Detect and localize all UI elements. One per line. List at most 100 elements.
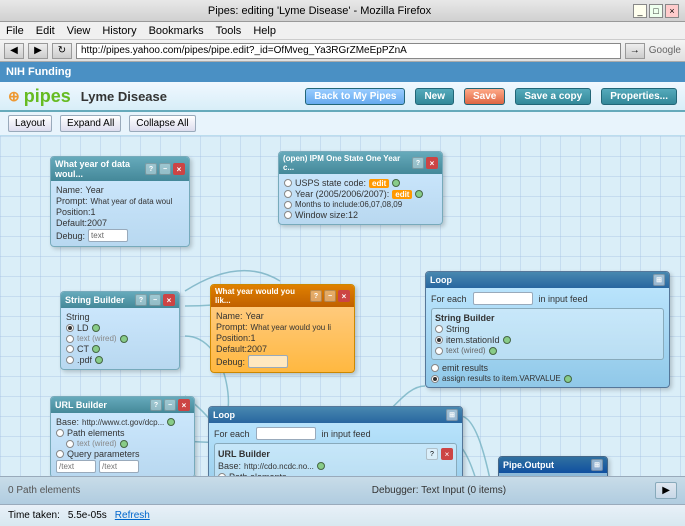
what-year-1-node[interactable]: What year of data woul... ? − × Name: Ye… xyxy=(50,156,190,247)
wy2-close-button[interactable]: × xyxy=(338,290,350,302)
ub1-path-radio[interactable] xyxy=(56,429,64,437)
what-year-2-node[interactable]: What year would you lik... ? − × Name: Y… xyxy=(210,284,355,373)
what-year-2-header: What year would you lik... ? − × xyxy=(211,285,354,307)
usps-radio[interactable] xyxy=(284,179,292,187)
sb1-wired-connector[interactable] xyxy=(120,335,128,343)
go-button[interactable]: → xyxy=(625,43,645,59)
menu-bookmarks[interactable]: Bookmarks xyxy=(149,25,204,37)
back-button[interactable]: ◀ xyxy=(4,43,24,59)
months-radio[interactable] xyxy=(284,201,292,209)
new-button[interactable]: New xyxy=(415,88,454,105)
loop-2-node[interactable]: Loop ⊞ For each in input feed URL Builde… xyxy=(208,406,463,476)
sb1-help-icon[interactable]: ? xyxy=(135,294,147,306)
what-year-1-body: Name: Year Prompt: What year of data wou… xyxy=(51,181,189,246)
sb1-min-icon[interactable]: − xyxy=(149,294,161,306)
pipe-output-body xyxy=(499,473,607,476)
loop-2-title: Loop xyxy=(213,410,235,420)
ub1-close-button[interactable]: × xyxy=(178,399,190,411)
collapse-all-button[interactable]: Collapse All xyxy=(129,115,195,132)
ub1-help-icon[interactable]: ? xyxy=(150,399,162,411)
ub1-text1-input[interactable] xyxy=(56,460,96,473)
loop1-stationid-connector[interactable] xyxy=(503,336,511,344)
forward-button[interactable]: ▶ xyxy=(28,43,48,59)
url-builder-1-title: URL Builder xyxy=(55,400,107,410)
node-help-icon[interactable]: ? xyxy=(145,163,157,175)
year-radio[interactable] xyxy=(284,190,292,198)
usps-connector[interactable] xyxy=(392,179,400,187)
loop1-wired-radio[interactable] xyxy=(435,347,443,355)
loop1-foreach-input[interactable] xyxy=(473,292,533,305)
year-connector[interactable] xyxy=(415,190,423,198)
sb1-pdf-radio[interactable] xyxy=(66,356,74,364)
minimize-button[interactable]: _ xyxy=(633,4,647,18)
address-bar[interactable] xyxy=(76,43,621,59)
refresh-link[interactable]: Refresh xyxy=(115,510,150,521)
pipe-name: Lyme Disease xyxy=(81,89,167,104)
menu-tools[interactable]: Tools xyxy=(216,25,242,37)
wy2-debug-label: Debug: xyxy=(216,357,245,367)
save-button[interactable]: Save xyxy=(464,88,505,105)
save-copy-button[interactable]: Save a copy xyxy=(515,88,591,105)
sb1-pdf-connector[interactable] xyxy=(95,356,103,364)
url-builder-1-node[interactable]: URL Builder ? − × Base: http://www.ct.go… xyxy=(50,396,195,476)
pipe-output-node[interactable]: Pipe.Output ⊞ xyxy=(498,456,608,476)
loop2-ub-help-icon[interactable]: ? xyxy=(426,448,438,460)
loop1-wired-label: text (wired) xyxy=(446,346,486,355)
sb1-ct-radio[interactable] xyxy=(66,345,74,353)
output-expand-icon[interactable]: ⊞ xyxy=(591,459,603,471)
window-radio[interactable] xyxy=(284,211,292,219)
layout-button[interactable]: Layout xyxy=(8,115,52,132)
ipm-node[interactable]: (open) IPM One State One Year c... ? × U… xyxy=(278,151,443,225)
properties-button[interactable]: Properties... xyxy=(601,88,677,105)
wy2-debug-input[interactable] xyxy=(248,355,288,368)
ub1-base-connector[interactable] xyxy=(167,418,175,426)
ub1-min-icon[interactable]: − xyxy=(164,399,176,411)
loop-1-node[interactable]: Loop ⊞ For each in input feed String Bui… xyxy=(425,271,670,388)
loop2-foreach-label: For each xyxy=(214,429,250,439)
debug-input[interactable] xyxy=(88,229,128,242)
loop1-string-radio[interactable] xyxy=(435,325,443,333)
loop2-foreach-input[interactable] xyxy=(256,427,316,440)
loop2-path-radio[interactable] xyxy=(218,473,226,476)
menu-view[interactable]: View xyxy=(67,25,91,37)
loop1-emit-radio[interactable] xyxy=(431,364,439,372)
menu-file[interactable]: File xyxy=(6,25,24,37)
menu-help[interactable]: Help xyxy=(253,25,276,37)
sb1-close-button[interactable]: × xyxy=(163,294,175,306)
refresh-button[interactable]: ↻ xyxy=(52,43,72,59)
loop2-expand-icon[interactable]: ⊞ xyxy=(446,409,458,421)
ub1-text2-input[interactable] xyxy=(99,460,139,473)
loop2-ub-close[interactable]: × xyxy=(441,448,453,460)
string-builder-1-node[interactable]: String Builder ? − × String LD text (wir… xyxy=(60,291,180,370)
loop1-expand-icon[interactable]: ⊞ xyxy=(653,274,665,286)
menu-edit[interactable]: Edit xyxy=(36,25,55,37)
sb1-ld-connector[interactable] xyxy=(92,324,100,332)
back-to-pipes-button[interactable]: Back to My Pipes xyxy=(305,88,405,105)
sb1-wired-radio[interactable] xyxy=(66,335,74,343)
ipm-close-button[interactable]: × xyxy=(426,157,438,169)
pipe-toolbar: Layout Expand All Collapse All xyxy=(0,112,685,136)
menu-history[interactable]: History xyxy=(102,25,136,37)
node-close-button[interactable]: × xyxy=(173,163,185,175)
loop1-stationid-radio[interactable] xyxy=(435,336,443,344)
ub1-wired-radio[interactable] xyxy=(66,440,74,448)
wy2-min-icon[interactable]: − xyxy=(324,290,336,302)
sb1-ld-radio[interactable] xyxy=(66,324,74,332)
loop1-wired-connector[interactable] xyxy=(489,347,497,355)
position-label: Position:1 xyxy=(56,207,96,217)
loop1-assign-radio[interactable] xyxy=(431,375,439,383)
ub1-base-value: http://www.ct.gov/dcp... xyxy=(82,418,164,427)
loop2-base-connector[interactable] xyxy=(317,462,325,470)
debugger-expand-button[interactable]: ▶ xyxy=(655,482,677,499)
ub1-query-radio[interactable] xyxy=(56,450,64,458)
ub1-wired-connector[interactable] xyxy=(120,440,128,448)
node-minimize-icon[interactable]: − xyxy=(159,163,171,175)
loop1-assign-connector[interactable] xyxy=(564,375,572,383)
expand-all-button[interactable]: Expand All xyxy=(60,115,121,132)
close-button[interactable]: × xyxy=(665,4,679,18)
sb1-ct-connector[interactable] xyxy=(92,345,100,353)
loop2-base-value: http://cdo.ncdc.no... xyxy=(244,462,314,471)
maximize-button[interactable]: □ xyxy=(649,4,663,18)
ipm-help-icon[interactable]: ? xyxy=(412,157,424,169)
wy2-help-icon[interactable]: ? xyxy=(310,290,322,302)
